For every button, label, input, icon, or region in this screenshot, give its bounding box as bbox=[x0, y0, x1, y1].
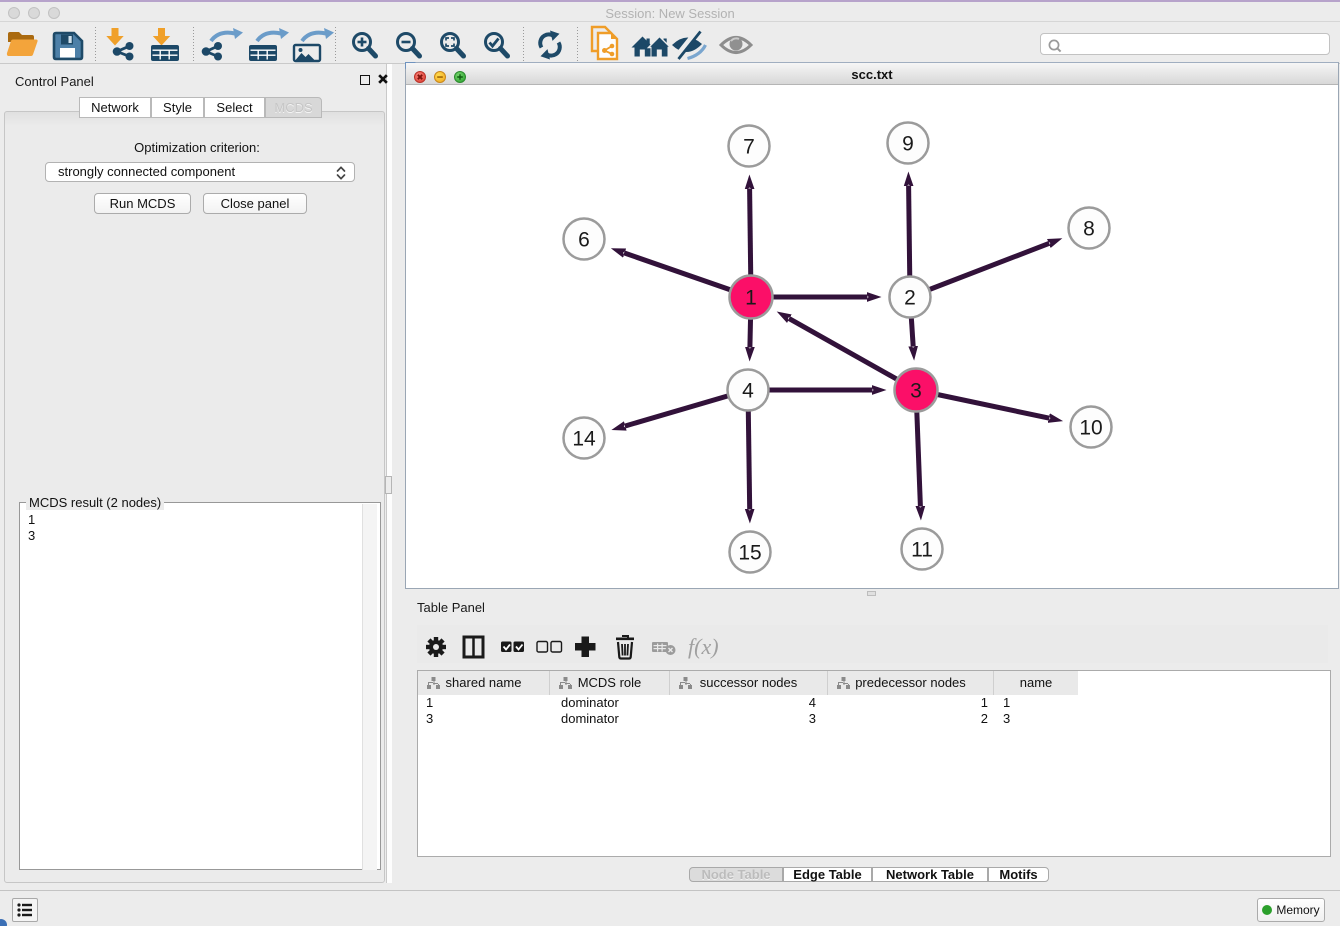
svg-text:8: 8 bbox=[1083, 218, 1095, 241]
svg-text:4: 4 bbox=[742, 380, 754, 403]
svg-text:f(x): f(x) bbox=[688, 634, 719, 659]
svg-text:1: 1 bbox=[745, 287, 757, 310]
svg-text:15: 15 bbox=[738, 542, 761, 565]
svg-text:10: 10 bbox=[1079, 417, 1102, 440]
svg-text:11: 11 bbox=[911, 539, 933, 562]
svg-text:6: 6 bbox=[578, 229, 590, 252]
svg-text:3: 3 bbox=[910, 380, 922, 403]
svg-text:9: 9 bbox=[902, 133, 914, 156]
svg-text:14: 14 bbox=[572, 428, 596, 451]
svg-text:2: 2 bbox=[904, 287, 916, 310]
svg-text:7: 7 bbox=[743, 136, 755, 159]
